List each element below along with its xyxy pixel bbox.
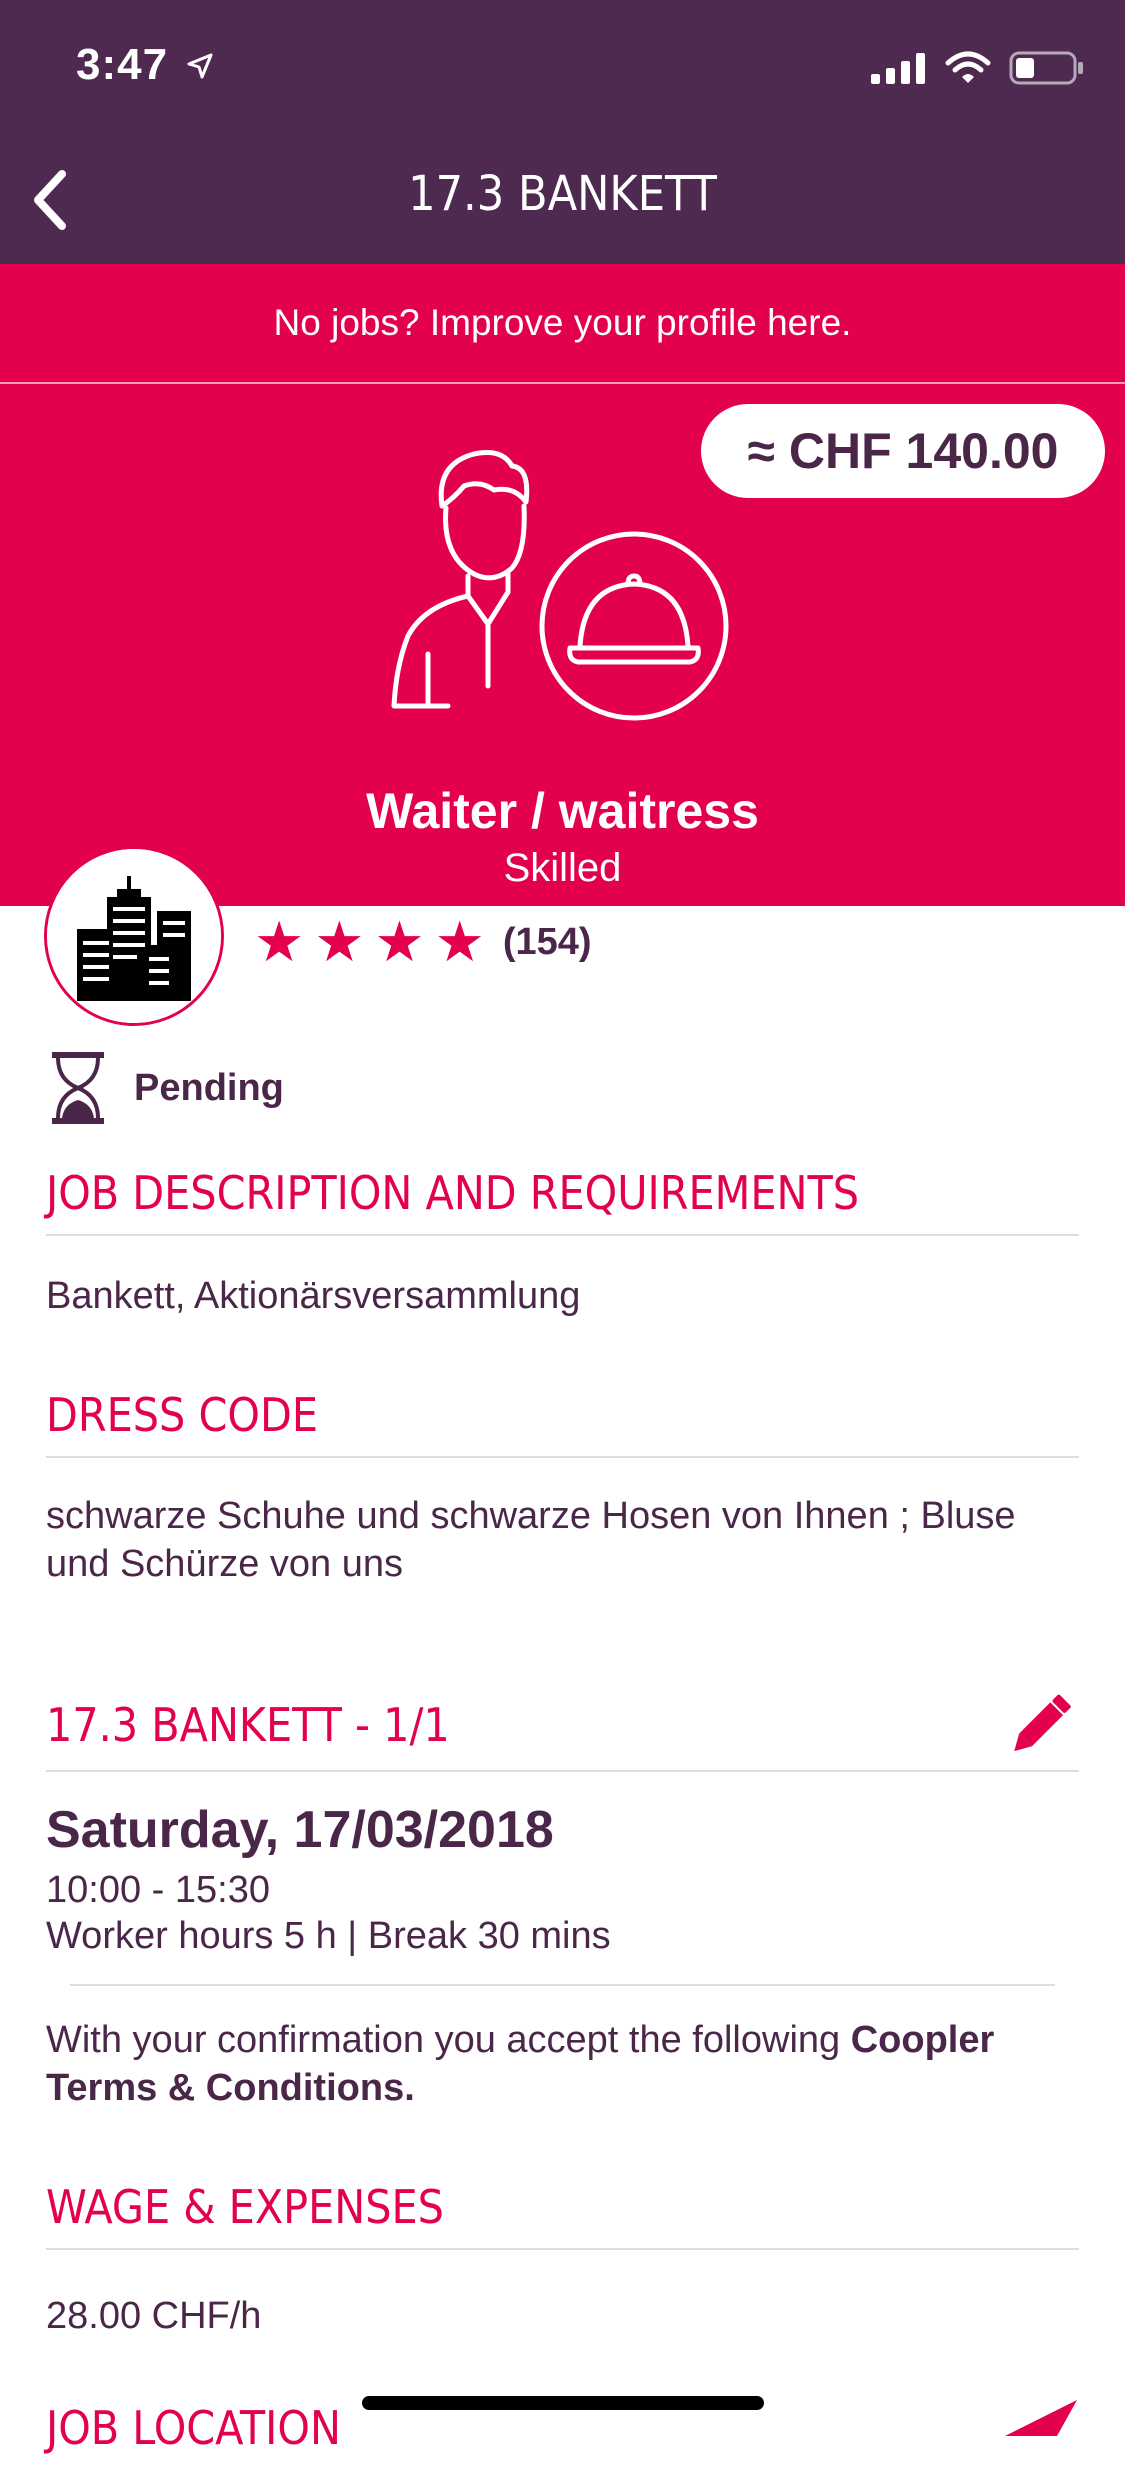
navigation-arrow-icon[interactable] [1001,2396,1081,2436]
star-icon: ★ [434,910,485,973]
employer-avatar[interactable] [44,846,224,1026]
pencil-icon [1014,1694,1071,1752]
waiter-icon [391,450,729,721]
page-title: 17.3 BANKETT [408,166,717,222]
star-icon: ★ [254,910,305,973]
terms-text: With your confirmation you accept the fo… [46,2016,1079,2112]
shift-hours: Worker hours 5 h | Break 30 mins [46,1915,611,1957]
signal-icon [871,53,925,84]
application-status: Pending [50,1050,284,1126]
status-label: Pending [134,1066,284,1109]
building-icon [47,849,221,1023]
job-description-text: Bankett, Aktionärsversammlung [46,1275,581,1317]
nav-bar: 17.3 BANKETT [0,132,1125,264]
status-time: 3:47 [76,40,213,90]
star-icon: ★ [374,910,425,973]
job-description-header: JOB DESCRIPTION AND REQUIREMENTS [46,1152,1079,1236]
battery-icon [1009,51,1083,85]
improve-profile-banner[interactable]: No jobs? Improve your profile here. [0,264,1125,384]
shift-header: 17.3 BANKETT - 1/1 [46,1680,1079,1772]
wage-text: 28.00 CHF/h [46,2295,262,2337]
wage-header: WAGE & EXPENSES [46,2166,1079,2250]
status-bar: 3:47 [0,0,1125,132]
rating-count: (154) [502,920,592,963]
dress-code-text: schwarze Schuhe und schwarze Hosen von I… [46,1495,1016,1585]
status-time-text: 3:47 [76,40,169,89]
wifi-icon [945,51,991,83]
section-title: WAGE & EXPENSES [46,2180,444,2234]
location-arrow-icon [187,49,213,88]
job-hero: ≈ CHF 140.00 Waiter / waitress Skilled [0,384,1125,906]
terms-prefix: With your confirmation you accept the fo… [46,2019,851,2061]
edit-button[interactable] [999,1685,1079,1765]
home-indicator [362,2396,764,2410]
star-icon: ★ [314,910,365,973]
section-title: JOB DESCRIPTION AND REQUIREMENTS [46,1166,859,1220]
section-title: DRESS CODE [46,1388,318,1442]
dress-code-header: DRESS CODE [46,1374,1079,1458]
role-title: Waiter / waitress [366,783,759,839]
shift-time: 10:00 - 15:30 [46,1869,270,1911]
employer-rating: ★ ★ ★ ★ (154) [254,912,592,972]
section-title: JOB LOCATION [46,2401,341,2455]
shift-date: Saturday, 17/03/2018 [46,1801,554,1859]
price-badge: ≈ CHF 140.00 [701,404,1105,498]
hourglass-icon [52,1052,104,1124]
status-icons [871,48,1085,88]
divider [70,1984,1055,1986]
section-title: 17.3 BANKETT - 1/1 [46,1698,450,1752]
